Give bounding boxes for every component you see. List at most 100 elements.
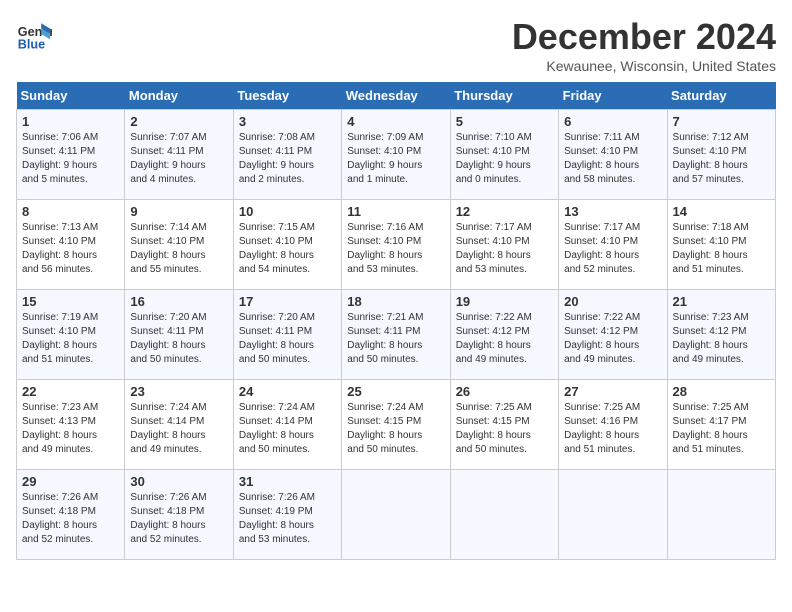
day-info: Sunrise: 7:25 AM Sunset: 4:15 PM Dayligh…	[456, 401, 553, 457]
day-number: 29	[22, 474, 119, 489]
day-number: 14	[673, 204, 770, 219]
calendar-cell	[667, 470, 775, 560]
day-number: 16	[130, 294, 227, 309]
day-of-week-header: Thursday	[450, 82, 558, 110]
calendar-cell: 27 Sunrise: 7:25 AM Sunset: 4:16 PM Dayli…	[559, 380, 667, 470]
day-info: Sunrise: 7:23 AM Sunset: 4:13 PM Dayligh…	[22, 401, 119, 457]
calendar-cell: 20Sunrise: 7:22 AM Sunset: 4:12 PM Dayli…	[559, 290, 667, 380]
calendar-cell: 16 Sunrise: 7:20 AM Sunset: 4:11 PM Dayli…	[125, 290, 233, 380]
calendar-cell: 28 Sunrise: 7:25 AM Sunset: 4:17 PM Dayli…	[667, 380, 775, 470]
calendar-week-row: 15 Sunrise: 7:19 AM Sunset: 4:10 PM Dayli…	[17, 290, 776, 380]
calendar-cell: 3 Sunrise: 7:08 AM Sunset: 4:11 PM Daylig…	[233, 110, 341, 200]
day-info: Sunrise: 7:25 AM Sunset: 4:17 PM Dayligh…	[673, 401, 770, 457]
day-info: Sunrise: 7:14 AM Sunset: 4:10 PM Dayligh…	[130, 221, 227, 277]
day-number: 11	[347, 204, 444, 219]
day-info: Sunrise: 7:06 AM Sunset: 4:11 PM Dayligh…	[22, 131, 119, 187]
day-info: Sunrise: 7:17 AM Sunset: 4:10 PM Dayligh…	[456, 221, 553, 277]
day-number: 7	[673, 114, 770, 129]
title-block: December 2024 Kewaunee, Wisconsin, Unite…	[512, 16, 776, 74]
day-info: Sunrise: 7:08 AM Sunset: 4:11 PM Dayligh…	[239, 131, 336, 187]
day-number: 28	[673, 384, 770, 399]
logo-icon: General Blue	[16, 16, 52, 52]
day-info: Sunrise: 7:21 AM Sunset: 4:11 PM Dayligh…	[347, 311, 444, 367]
calendar-cell: 31 Sunrise: 7:26 AM Sunset: 4:19 PM Dayli…	[233, 470, 341, 560]
day-info: Sunrise: 7:16 AM Sunset: 4:10 PM Dayligh…	[347, 221, 444, 277]
day-number: 8	[22, 204, 119, 219]
day-number: 20	[564, 294, 661, 309]
day-info: Sunrise: 7:25 AM Sunset: 4:16 PM Dayligh…	[564, 401, 661, 457]
day-info: Sunrise: 7:20 AM Sunset: 4:11 PM Dayligh…	[130, 311, 227, 367]
calendar-cell: 6 Sunrise: 7:11 AM Sunset: 4:10 PM Daylig…	[559, 110, 667, 200]
calendar-cell: 21 Sunrise: 7:23 AM Sunset: 4:12 PM Dayli…	[667, 290, 775, 380]
day-info: Sunrise: 7:18 AM Sunset: 4:10 PM Dayligh…	[673, 221, 770, 277]
calendar-cell	[559, 470, 667, 560]
svg-text:Blue: Blue	[18, 37, 45, 51]
day-info: Sunrise: 7:26 AM Sunset: 4:18 PM Dayligh…	[22, 491, 119, 547]
day-info: Sunrise: 7:23 AM Sunset: 4:12 PM Dayligh…	[673, 311, 770, 367]
calendar-cell: 12 Sunrise: 7:17 AM Sunset: 4:10 PM Dayli…	[450, 200, 558, 290]
day-of-week-header: Monday	[125, 82, 233, 110]
calendar-cell: 11 Sunrise: 7:16 AM Sunset: 4:10 PM Dayli…	[342, 200, 450, 290]
day-number: 15	[22, 294, 119, 309]
day-number: 23	[130, 384, 227, 399]
day-info: Sunrise: 7:20 AM Sunset: 4:11 PM Dayligh…	[239, 311, 336, 367]
day-info: Sunrise: 7:12 AM Sunset: 4:10 PM Dayligh…	[673, 131, 770, 187]
calendar-cell: 5Sunrise: 7:10 AM Sunset: 4:10 PM Daylig…	[450, 110, 558, 200]
day-info: Sunrise: 7:26 AM Sunset: 4:18 PM Dayligh…	[130, 491, 227, 547]
calendar-week-row: 8 Sunrise: 7:13 AM Sunset: 4:10 PM Daylig…	[17, 200, 776, 290]
calendar-cell: 7 Sunrise: 7:12 AM Sunset: 4:10 PM Daylig…	[667, 110, 775, 200]
day-number: 13	[564, 204, 661, 219]
day-info: Sunrise: 7:17 AM Sunset: 4:10 PM Dayligh…	[564, 221, 661, 277]
calendar-cell: 8 Sunrise: 7:13 AM Sunset: 4:10 PM Daylig…	[17, 200, 125, 290]
day-info: Sunrise: 7:24 AM Sunset: 4:15 PM Dayligh…	[347, 401, 444, 457]
day-number: 25	[347, 384, 444, 399]
calendar-subtitle: Kewaunee, Wisconsin, United States	[512, 58, 776, 74]
calendar-cell: 17 Sunrise: 7:20 AM Sunset: 4:11 PM Dayli…	[233, 290, 341, 380]
day-number: 31	[239, 474, 336, 489]
day-info: Sunrise: 7:26 AM Sunset: 4:19 PM Dayligh…	[239, 491, 336, 547]
calendar-title: December 2024	[512, 16, 776, 58]
calendar-cell: 2Sunrise: 7:07 AM Sunset: 4:11 PM Daylig…	[125, 110, 233, 200]
day-info: Sunrise: 7:24 AM Sunset: 4:14 PM Dayligh…	[130, 401, 227, 457]
day-number: 21	[673, 294, 770, 309]
calendar-cell: 26 Sunrise: 7:25 AM Sunset: 4:15 PM Dayli…	[450, 380, 558, 470]
calendar-cell: 23 Sunrise: 7:24 AM Sunset: 4:14 PM Dayli…	[125, 380, 233, 470]
day-number: 9	[130, 204, 227, 219]
day-number: 10	[239, 204, 336, 219]
day-number: 27	[564, 384, 661, 399]
calendar-cell: 25 Sunrise: 7:24 AM Sunset: 4:15 PM Dayli…	[342, 380, 450, 470]
day-of-week-header: Tuesday	[233, 82, 341, 110]
calendar-cell: 15 Sunrise: 7:19 AM Sunset: 4:10 PM Dayli…	[17, 290, 125, 380]
day-number: 3	[239, 114, 336, 129]
day-number: 17	[239, 294, 336, 309]
day-info: Sunrise: 7:24 AM Sunset: 4:14 PM Dayligh…	[239, 401, 336, 457]
calendar-cell: 18Sunrise: 7:21 AM Sunset: 4:11 PM Dayli…	[342, 290, 450, 380]
page-header: General Blue December 2024 Kewaunee, Wis…	[16, 16, 776, 74]
calendar-cell: 9 Sunrise: 7:14 AM Sunset: 4:10 PM Daylig…	[125, 200, 233, 290]
day-number: 26	[456, 384, 553, 399]
day-info: Sunrise: 7:19 AM Sunset: 4:10 PM Dayligh…	[22, 311, 119, 367]
calendar-cell: 29 Sunrise: 7:26 AM Sunset: 4:18 PM Dayli…	[17, 470, 125, 560]
calendar-cell: 1 Sunrise: 7:06 AM Sunset: 4:11 PM Daylig…	[17, 110, 125, 200]
calendar-cell: 24Sunrise: 7:24 AM Sunset: 4:14 PM Dayli…	[233, 380, 341, 470]
logo: General Blue	[16, 16, 52, 52]
day-info: Sunrise: 7:10 AM Sunset: 4:10 PM Dayligh…	[456, 131, 553, 187]
day-info: Sunrise: 7:13 AM Sunset: 4:10 PM Dayligh…	[22, 221, 119, 277]
day-of-week-header: Friday	[559, 82, 667, 110]
day-number: 6	[564, 114, 661, 129]
day-number: 19	[456, 294, 553, 309]
day-number: 2	[130, 114, 227, 129]
calendar-header-row: SundayMondayTuesdayWednesdayThursdayFrid…	[17, 82, 776, 110]
day-info: Sunrise: 7:09 AM Sunset: 4:10 PM Dayligh…	[347, 131, 444, 187]
day-number: 12	[456, 204, 553, 219]
calendar-cell: 10Sunrise: 7:15 AM Sunset: 4:10 PM Dayli…	[233, 200, 341, 290]
day-info: Sunrise: 7:11 AM Sunset: 4:10 PM Dayligh…	[564, 131, 661, 187]
calendar-table: SundayMondayTuesdayWednesdayThursdayFrid…	[16, 82, 776, 560]
calendar-week-row: 1 Sunrise: 7:06 AM Sunset: 4:11 PM Daylig…	[17, 110, 776, 200]
calendar-cell	[342, 470, 450, 560]
day-of-week-header: Saturday	[667, 82, 775, 110]
day-number: 1	[22, 114, 119, 129]
day-number: 30	[130, 474, 227, 489]
calendar-week-row: 22Sunrise: 7:23 AM Sunset: 4:13 PM Dayli…	[17, 380, 776, 470]
calendar-cell	[450, 470, 558, 560]
